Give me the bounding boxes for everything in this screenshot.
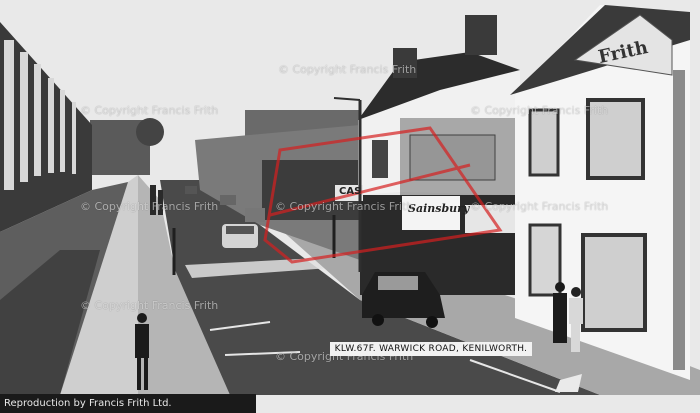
pub-doorway bbox=[581, 233, 647, 332]
pub-window bbox=[528, 108, 560, 177]
car-distant bbox=[220, 195, 236, 205]
pub-window bbox=[586, 98, 645, 180]
credit-strip: Reproduction by Francis Frith Ltd. bbox=[0, 394, 256, 413]
upper-window bbox=[372, 140, 388, 178]
shop-fascia bbox=[465, 205, 515, 233]
sainsbury-sign-text: Sainsbury bbox=[408, 202, 470, 215]
chimney bbox=[465, 15, 497, 55]
tree bbox=[136, 118, 164, 146]
car-distant bbox=[185, 186, 197, 194]
drainpipe bbox=[673, 70, 685, 370]
cas-sign-text: CAS bbox=[339, 186, 362, 197]
car-distant bbox=[245, 208, 265, 222]
chimney bbox=[393, 48, 417, 78]
pub-window bbox=[528, 223, 562, 297]
street-photograph: CAS Sainsbury Frith © Copyright Francis … bbox=[0, 0, 700, 413]
photo-caption: KLW.67F. WARWICK ROAD, KENILWORTH. bbox=[330, 342, 532, 356]
moving-car bbox=[222, 224, 258, 248]
